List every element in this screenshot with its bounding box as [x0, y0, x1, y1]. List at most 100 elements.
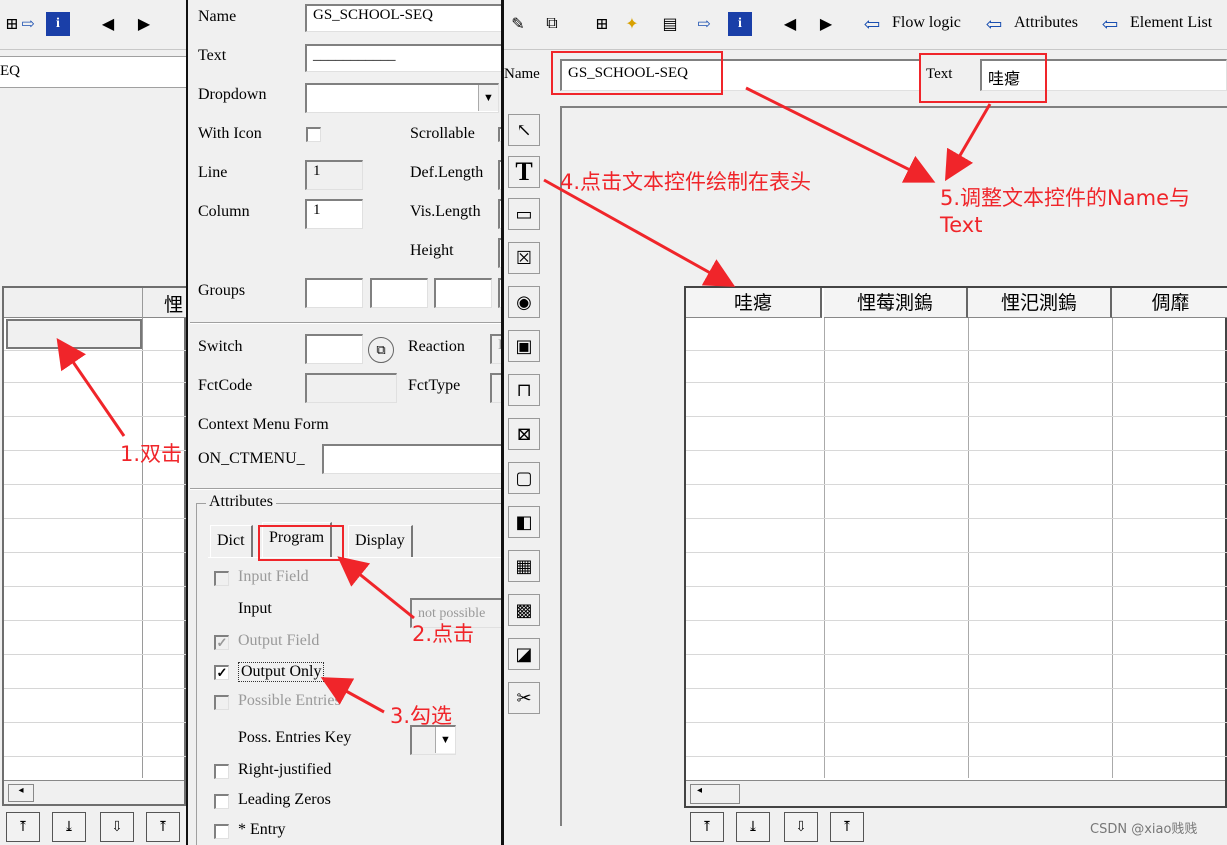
- back-arrow-icon[interactable]: ◀: [96, 12, 120, 36]
- hierarchy-icon[interactable]: ⇨: [16, 12, 40, 36]
- context-menu-prefix: ON_CTMENU_: [198, 450, 305, 467]
- annotation-step2: 2.点击: [412, 622, 475, 646]
- scroll-left-icon[interactable]: ◂: [8, 784, 34, 802]
- entry-checkbox[interactable]: [214, 824, 229, 839]
- input-field-label: Input Field: [238, 568, 309, 585]
- context-menu-input[interactable]: [322, 444, 501, 474]
- checkbox-icon[interactable]: ☒: [508, 242, 540, 274]
- poss-entries-key-label: Poss. Entries Key: [238, 729, 352, 746]
- highlight-name-field: [551, 51, 723, 95]
- right-justified-checkbox[interactable]: [214, 764, 229, 779]
- box-icon[interactable]: ▢: [508, 462, 540, 494]
- table-row-line: [686, 756, 1227, 757]
- flow-logic-button[interactable]: Flow logic: [892, 14, 961, 32]
- page-first-icon: ⤒: [17, 819, 29, 835]
- forward-arrow-icon[interactable]: ▶: [132, 12, 156, 36]
- leading-zeros-label: Leading Zeros: [238, 791, 331, 808]
- input-field-icon[interactable]: ▭: [508, 198, 540, 230]
- page-last-button[interactable]: ⤒: [146, 812, 180, 842]
- left-horizontal-scrollbar[interactable]: ◂: [4, 780, 184, 804]
- page-down-button[interactable]: ⇩: [100, 812, 134, 842]
- info-icon[interactable]: i: [728, 12, 752, 36]
- status-icon[interactable]: ✂: [508, 682, 540, 714]
- group-input-2[interactable]: [370, 278, 428, 308]
- left-table-control[interactable]: 悝 ◂: [2, 286, 186, 806]
- layout-icon[interactable]: ▤: [658, 12, 682, 36]
- group-input-3[interactable]: [434, 278, 492, 308]
- table-wizard-icon[interactable]: ▩: [508, 594, 540, 626]
- network-icon[interactable]: ⇨: [692, 12, 716, 36]
- scroll-left-icon[interactable]: ◂: [690, 784, 740, 804]
- column-input[interactable]: 1: [305, 199, 363, 229]
- table-control-icon[interactable]: ▦: [508, 550, 540, 582]
- page-first-button[interactable]: ⤒: [6, 812, 40, 842]
- page-up-button[interactable]: ⤓: [52, 812, 86, 842]
- left-table-rowline: [4, 350, 186, 351]
- name-label: Name: [198, 8, 237, 25]
- page-last-icon: ⤒: [157, 819, 169, 835]
- poss-entries-arrow-icon[interactable]: ▼: [435, 727, 455, 753]
- column-header-1[interactable]: 哇瘪: [686, 288, 822, 318]
- left-selected-cell[interactable]: [6, 319, 142, 349]
- with-icon-checkbox[interactable]: [306, 127, 321, 142]
- fctcode-input: [305, 373, 397, 403]
- page-last-button[interactable]: ⤒: [830, 812, 864, 842]
- forward-arrow-icon[interactable]: ▶: [814, 12, 838, 36]
- left-table-rowline: [4, 586, 186, 587]
- group-input-1[interactable]: [305, 278, 363, 308]
- right-justified-label: Right-justified: [238, 761, 332, 778]
- text-input[interactable]: ___________: [305, 44, 501, 72]
- element-list-button[interactable]: Element List: [1130, 14, 1212, 32]
- column-header-3[interactable]: 悝汜測鎢: [968, 288, 1112, 318]
- subscreen-icon[interactable]: ◧: [508, 506, 540, 538]
- column-label: Column: [198, 203, 250, 220]
- reaction-input: D: [490, 334, 501, 364]
- annotation-step3: 3.勾选: [390, 704, 453, 728]
- right-table-control[interactable]: 哇瘪 悝莓測鎢 悝汜測鎢 倜靡 ◂: [684, 286, 1227, 808]
- leading-zeros-checkbox[interactable]: [214, 794, 229, 809]
- context-menu-label: Context Menu Form: [198, 416, 329, 433]
- possible-entries-checkbox: [214, 695, 229, 710]
- tab-display[interactable]: Display: [348, 525, 413, 558]
- right-horizontal-scrollbar[interactable]: ◂: [686, 780, 1225, 806]
- table-row-line: [686, 518, 1227, 519]
- copy-icon[interactable]: ⧉: [540, 12, 564, 36]
- attributes-button[interactable]: Attributes: [1014, 14, 1078, 32]
- element-properties-panel: Name GS_SCHOOL-SEQ Text ___________ Drop…: [186, 0, 504, 845]
- custom-control-icon[interactable]: ◪: [508, 638, 540, 670]
- switch-input[interactable]: [305, 334, 363, 364]
- table-row-line: [686, 586, 1227, 587]
- tabstrip-wizard-icon[interactable]: ⊠: [508, 418, 540, 450]
- text-label: Text: [198, 47, 227, 64]
- back-arrow-icon[interactable]: ◀: [778, 12, 802, 36]
- column-header-2[interactable]: 悝莓測鎢: [824, 288, 968, 318]
- reaction-label: Reaction: [408, 338, 465, 355]
- tabstrip-icon[interactable]: ⊓: [508, 374, 540, 406]
- pointer-icon[interactable]: ↖: [508, 114, 540, 146]
- radio-button-icon[interactable]: ◉: [508, 286, 540, 318]
- height-label: Height: [410, 242, 454, 259]
- table-row-line: [686, 450, 1227, 451]
- info-icon[interactable]: i: [46, 12, 70, 36]
- switch-lookup-icon[interactable]: ⧉: [368, 337, 394, 363]
- pushbutton-icon[interactable]: ▣: [508, 330, 540, 362]
- column-header-4[interactable]: 倜靡: [1112, 288, 1227, 318]
- annotation-step4: 4.点击文本控件绘制在表头: [560, 170, 812, 194]
- dropdown-select[interactable]: ▼: [305, 83, 499, 113]
- page-first-button[interactable]: ⤒: [690, 812, 724, 842]
- element-list-arrow-icon: ⇦: [1101, 13, 1119, 36]
- name-input[interactable]: GS_SCHOOL-SEQ: [305, 4, 501, 32]
- input-label: Input: [238, 600, 272, 617]
- magic-icon[interactable]: ✦: [620, 12, 644, 36]
- tab-dict[interactable]: Dict: [210, 525, 253, 558]
- page-down-button[interactable]: ⇩: [784, 812, 818, 842]
- left-page-buttons: ⤒ ⤓ ⇩ ⤒: [0, 812, 186, 845]
- wand-icon[interactable]: ✎: [506, 12, 530, 36]
- left-table-header: 悝: [4, 288, 186, 318]
- left-name-field[interactable]: EQ: [0, 56, 186, 88]
- hierarchy-icon[interactable]: ⊞: [590, 12, 614, 36]
- output-only-checkbox[interactable]: ✓: [214, 665, 229, 680]
- dropdown-arrow-icon[interactable]: ▼: [478, 85, 498, 111]
- text-field-icon[interactable]: T: [508, 156, 540, 188]
- page-up-button[interactable]: ⤓: [736, 812, 770, 842]
